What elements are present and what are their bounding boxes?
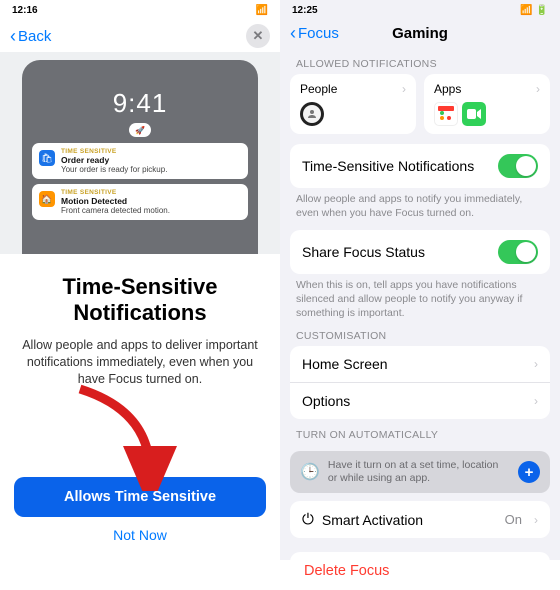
page-description: Allow people and apps to deliver importa… [18,337,262,388]
preview-notification: 🛍 TIME SENSITIVE Order ready Your order … [32,143,248,179]
apps-label: Apps [434,82,461,96]
time-sensitive-row[interactable]: Time-Sensitive Notifications [290,144,550,188]
notif-title: Motion Detected [61,196,241,206]
back-button[interactable]: ‹ Back [10,27,51,45]
status-indicators: 📶 [256,5,268,16]
notif-title: Order ready [61,155,241,165]
preview-notification: 🏠 TIME SENSITIVE Motion Detected Front c… [32,184,248,220]
row-label: Share Focus Status [302,244,425,260]
page-title: Time-Sensitive Notifications [18,274,262,327]
home-screen-row[interactable]: Home Screen › [290,346,550,382]
chevron-right-icon: › [534,394,538,408]
options-row[interactable]: Options › [290,382,550,419]
close-icon: ✕ [253,28,264,44]
section-header-customisation: CUSTOMISATION [280,320,560,346]
notif-sub: Front camera detected motion. [61,206,241,215]
status-bar: 12:25 📶 🔋 [280,0,560,20]
secondary-link-label: Not Now [113,527,167,543]
nav-bar: ‹ Back ✕ [0,20,280,52]
automation-card[interactable]: 🕒 Have it turn on at a set time, locatio… [290,451,550,493]
time-sensitive-help: Allow people and apps to notify you imme… [280,188,560,220]
focus-badge-icon: 🚀 [129,123,151,137]
chevron-left-icon: ‹ [10,27,16,45]
notif-tag: TIME SENSITIVE [61,189,241,196]
close-button[interactable]: ✕ [246,24,270,48]
delete-label: Delete Focus [304,563,389,579]
arrow-icon [60,381,180,491]
row-label: Home Screen [302,356,388,372]
section-header-auto: TURN ON AUTOMATICALLY [280,419,560,445]
clock-icon: 🕒 [300,462,320,482]
primary-button-label: Allows Time Sensitive [64,489,216,505]
status-time: 12:25 [292,5,318,16]
preview-illustration: 9:41 🚀 🛍 TIME SENSITIVE Order ready Your… [0,52,280,254]
automation-help: Have it turn on at a set time, location … [328,459,510,485]
bag-icon: 🛍 [39,150,55,166]
people-label: People [300,82,337,96]
plus-icon: + [525,464,534,481]
chevron-right-icon: › [534,513,538,527]
row-value: On [505,512,522,527]
row-label: Options [302,393,350,409]
calendar-app-icon [434,102,458,126]
delete-focus-button[interactable]: Delete Focus [290,552,550,590]
power-icon: ⏻ [302,511,314,528]
phone-mock: 9:41 🚀 🛍 TIME SENSITIVE Order ready Your… [22,60,258,254]
status-time: 12:16 [12,5,38,16]
chevron-right-icon: › [402,82,406,96]
share-focus-toggle[interactable] [498,240,538,264]
time-sensitive-toggle[interactable] [498,154,538,178]
chevron-right-icon: › [534,357,538,371]
notif-tag: TIME SENSITIVE [61,148,241,155]
notif-sub: Your order is ready for pickup. [61,165,241,174]
chevron-right-icon: › [536,82,540,96]
row-label: Time-Sensitive Notifications [302,158,474,174]
share-focus-row[interactable]: Share Focus Status [290,230,550,274]
nav-bar: ‹ Focus Gaming [280,20,560,48]
callout-arrow [0,387,280,477]
row-label: Smart Activation [322,512,423,528]
back-label: Back [18,28,51,45]
people-card[interactable]: People › [290,74,416,134]
section-header-allowed: ALLOWED NOTIFICATIONS [280,48,560,74]
share-focus-help: When this is on, tell apps you have noti… [280,274,560,320]
facetime-app-icon [462,102,486,126]
apps-card[interactable]: Apps › [424,74,550,134]
lock-time: 9:41 [22,88,258,119]
status-bar: 12:16 📶 [0,0,280,20]
not-now-button[interactable]: Not Now [0,517,280,549]
add-automation-button[interactable]: + [518,461,540,483]
person-avatar-icon [300,102,324,126]
status-indicators: 📶 🔋 [520,5,548,16]
smart-activation-row[interactable]: ⏻ Smart Activation On › [290,501,550,538]
home-icon: 🏠 [39,191,55,207]
page-title: Gaming [280,25,560,42]
